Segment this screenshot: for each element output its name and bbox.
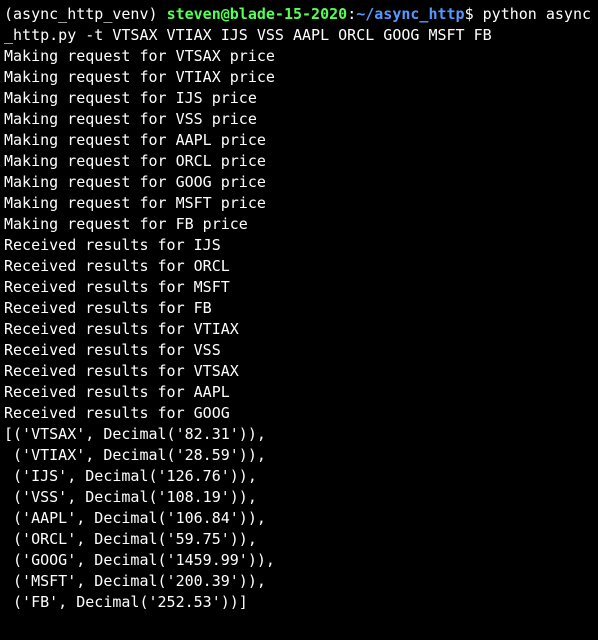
venv-indicator: (async_http_venv) — [4, 5, 158, 23]
output-line: Received results for FB — [4, 298, 594, 319]
output-line: Making request for VTIAX price — [4, 67, 594, 88]
output-line: Received results for AAPL — [4, 382, 594, 403]
result-line: ('VTIAX', Decimal('28.59')), — [4, 445, 594, 466]
output-line: Making request for GOOG price — [4, 172, 594, 193]
output-line: Making request for AAPL price — [4, 130, 594, 151]
result-line: [('VTSAX', Decimal('82.31')), — [4, 424, 594, 445]
result-line: ('ORCL', Decimal('59.75')), — [4, 529, 594, 550]
output-line: Received results for VTIAX — [4, 319, 594, 340]
output-line: Received results for GOOG — [4, 403, 594, 424]
output-line: Received results for IJS — [4, 235, 594, 256]
result-line: ('AAPL', Decimal('106.84')), — [4, 508, 594, 529]
cwd-path: ~/async_http — [356, 5, 464, 23]
output-line: Making request for FB price — [4, 214, 594, 235]
terminal-prompt-line[interactable]: (async_http_venv) steven@blade-15-2020:~… — [4, 4, 594, 46]
result-line: ('VSS', Decimal('108.19')), — [4, 487, 594, 508]
output-line: Received results for MSFT — [4, 277, 594, 298]
user-host: steven@blade-15-2020 — [167, 5, 348, 23]
result-line: ('GOOG', Decimal('1459.99')), — [4, 550, 594, 571]
prompt-dollar: $ — [465, 5, 474, 23]
result-line: ('FB', Decimal('252.53'))] — [4, 592, 594, 613]
result-line: ('IJS', Decimal('126.76')), — [4, 466, 594, 487]
output-line: Received results for VTSAX — [4, 361, 594, 382]
output-line: Making request for VTSAX price — [4, 46, 594, 67]
output-line: Received results for ORCL — [4, 256, 594, 277]
output-line: Making request for VSS price — [4, 109, 594, 130]
output-line: Making request for MSFT price — [4, 193, 594, 214]
output-line: Received results for VSS — [4, 340, 594, 361]
output-line: Making request for ORCL price — [4, 151, 594, 172]
output-line: Making request for IJS price — [4, 88, 594, 109]
prompt-colon: : — [347, 5, 356, 23]
result-line: ('MSFT', Decimal('200.39')), — [4, 571, 594, 592]
